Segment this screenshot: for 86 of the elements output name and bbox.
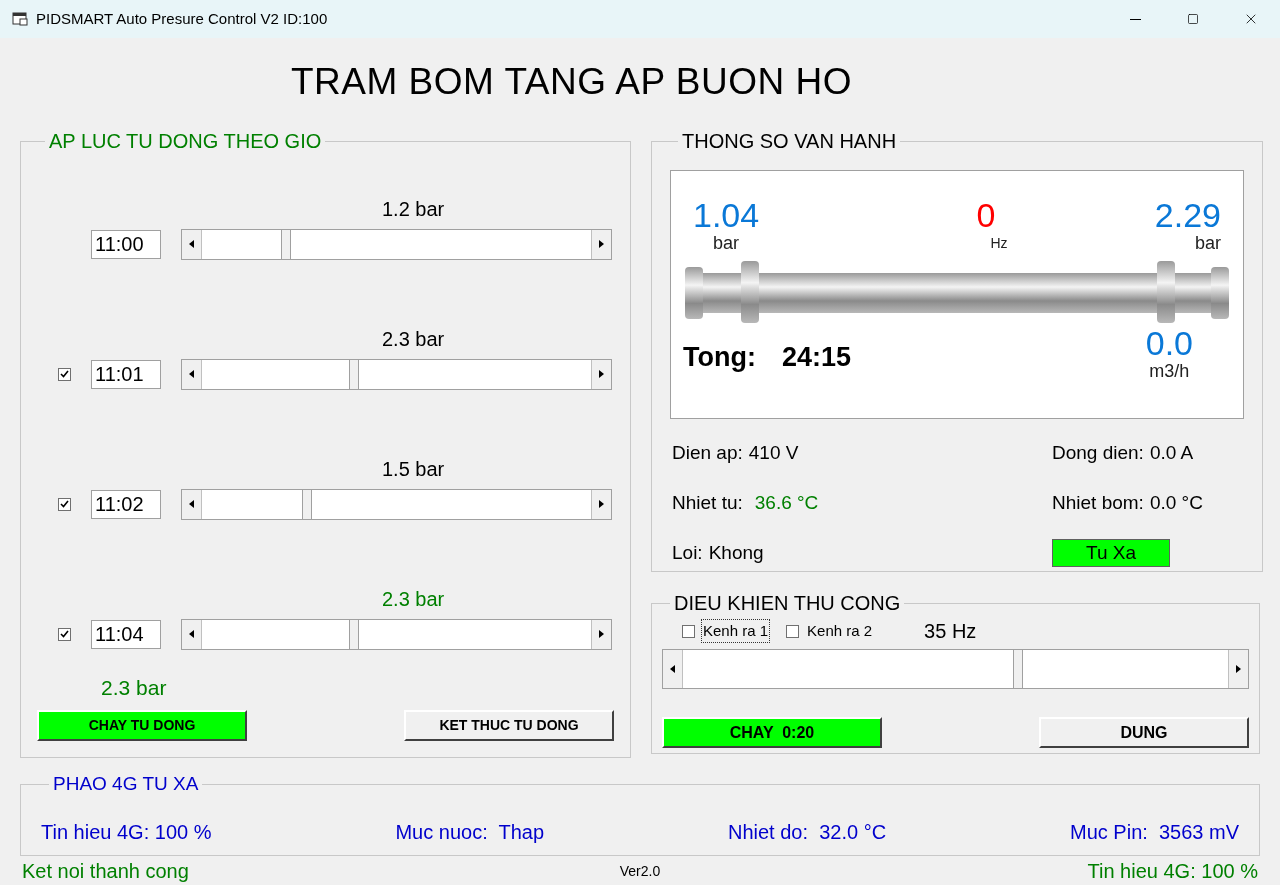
check-icon (59, 500, 69, 508)
param-label: Dien ap: (672, 440, 743, 465)
param-value: Khong (708, 540, 764, 565)
float-reading: Nhiet do: 32.0 °C (728, 819, 887, 845)
frequency-reading: 35 Hz (924, 619, 977, 644)
station-heading: TRAM BOM TANG AP BUON HO (291, 60, 852, 105)
right-arrow-icon (599, 370, 604, 378)
app-icon (12, 12, 28, 26)
gauge-value: 0.0 (1145, 325, 1193, 361)
scroll-right-button[interactable] (591, 359, 611, 389)
right-arrow-icon (1236, 665, 1241, 673)
left-arrow-icon (189, 630, 194, 638)
param-label: Dong dien: (1052, 440, 1144, 465)
check-icon (59, 370, 69, 378)
param-label: Nhiet bom: (1052, 490, 1144, 515)
time-field[interactable]: 11:04 (91, 619, 161, 649)
total-label: Tong: (683, 340, 756, 374)
manual-button[interactable]: DUNG (1039, 717, 1249, 748)
time-field[interactable]: 11:02 (91, 489, 161, 519)
left-arrow-icon (189, 240, 194, 248)
check-icon (59, 630, 69, 638)
panel-title: THONG SO VAN HANH (681, 129, 898, 154)
float-reading: Tin hieu 4G: 100 % (41, 819, 212, 845)
pressure-reading: 2.3 bar (382, 587, 445, 612)
gauge-value: 2.29 (1154, 197, 1221, 233)
scroll-left-button[interactable] (182, 229, 202, 259)
left-arrow-icon (189, 500, 194, 508)
slider-thumb[interactable] (280, 229, 291, 259)
right-arrow-icon (599, 500, 604, 508)
panel-title: DIEU KHIEN THU CONG (673, 591, 902, 616)
scroll-right-button[interactable] (591, 489, 611, 519)
checkbox[interactable] (57, 367, 71, 381)
signal-status: Tin hieu 4G: 100 % (1086, 859, 1258, 884)
gauge-value: 0 (976, 197, 996, 233)
checkbox[interactable] (57, 497, 71, 511)
gauge-unit: Hz (989, 234, 1008, 253)
param-label: Nhiet tu: (672, 490, 743, 515)
total-value: 24:15 (781, 340, 852, 374)
pressure-reading: 1.5 bar (382, 457, 445, 482)
gauge-unit: bar (1195, 233, 1221, 253)
slider-thumb[interactable] (348, 619, 359, 649)
scroll-left-button[interactable] (182, 489, 202, 519)
scroll-right-button[interactable] (591, 619, 611, 649)
version-label: Ver2.0 (619, 861, 661, 881)
gauge-unit: m3/h (1149, 361, 1190, 381)
gauge-unit: bar (713, 233, 740, 253)
scroll-left-button[interactable] (182, 359, 202, 389)
connection-status: Ket noi thanh cong (22, 859, 190, 884)
time-field[interactable]: 11:00 (91, 229, 161, 259)
schedule-button[interactable]: CHAY TU DONG (37, 710, 247, 741)
mode-badge: Tu Xa (1052, 539, 1170, 567)
pressure-reading: 2.3 bar (382, 327, 445, 352)
minimize-icon (1129, 18, 1141, 20)
param-value: 0.0 A (1149, 440, 1194, 465)
right-arrow-icon (599, 630, 604, 638)
manual-button[interactable]: CHAY 0:20 (662, 717, 882, 748)
slider-thumb[interactable] (302, 489, 312, 519)
scroll-right-button[interactable] (591, 229, 611, 259)
scroll-left-button[interactable] (182, 619, 202, 649)
param-value: 410 V (748, 440, 799, 465)
maximize-icon (1187, 13, 1199, 25)
window-title: PIDSMART Auto Presure Control V2 ID:100 (36, 8, 328, 29)
scroll-right-button[interactable] (1228, 650, 1248, 688)
pressure-reading: 1.2 bar (382, 197, 445, 222)
time-field[interactable]: 11:01 (91, 359, 161, 389)
param-label: Loi: (672, 540, 703, 565)
scroll-left-button[interactable] (663, 650, 683, 688)
gauge-value: 1.04 (693, 197, 760, 233)
right-arrow-icon (599, 240, 604, 248)
checkbox[interactable] (786, 624, 800, 638)
checkbox[interactable] (57, 627, 71, 641)
slider-thumb[interactable] (348, 359, 359, 389)
checkbox[interactable] (682, 624, 695, 638)
left-arrow-icon (189, 370, 194, 378)
left-arrow-icon (670, 665, 675, 673)
param-value: 36.6 °C (753, 490, 819, 515)
param-value: 0.0 °C (1149, 490, 1203, 515)
schedule-button[interactable]: KET THUC TU DONG (404, 710, 614, 741)
panel-title: AP LUC TU DONG THEO GIO (48, 129, 323, 154)
panel-title: PHAO 4G TU XA (52, 772, 200, 796)
slider-thumb[interactable] (1013, 650, 1024, 688)
float-reading: Muc Pin: 3563 mV (1070, 819, 1239, 845)
channel-label: Kenh ra 2 (806, 620, 874, 641)
current-pressure: 2.3 bar (101, 675, 168, 701)
channel-label: Kenh ra 1 (701, 618, 771, 644)
float-reading: Muc nuoc: Thap (395, 819, 545, 845)
